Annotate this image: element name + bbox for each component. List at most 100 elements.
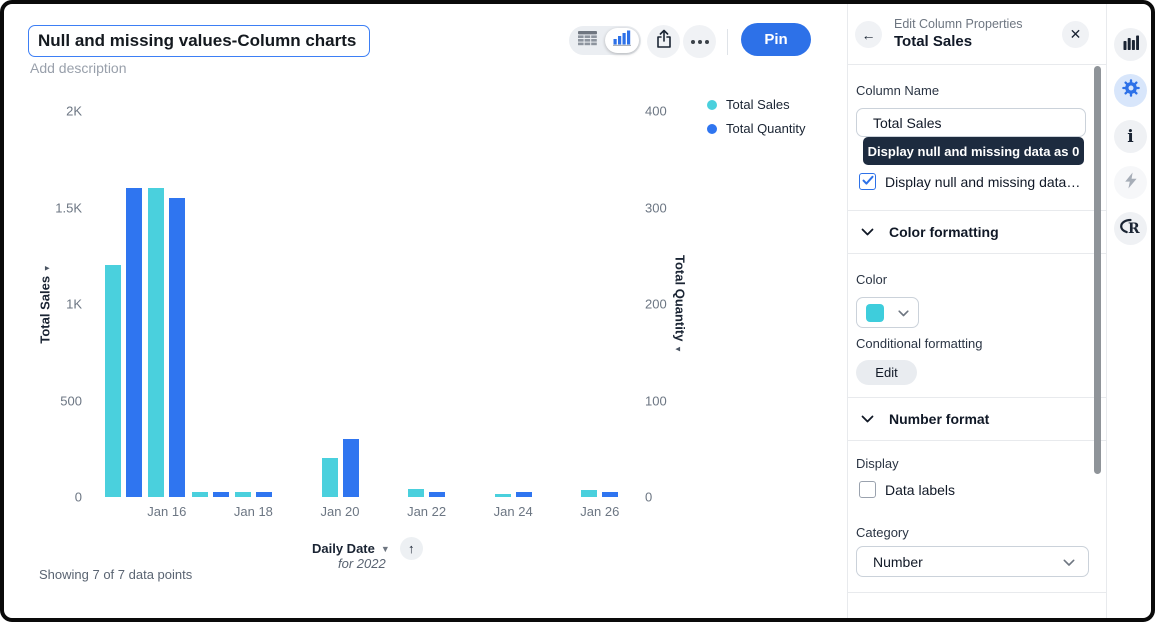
panel-scrollbar[interactable]	[1094, 66, 1101, 474]
axis-sort-arrow-icon: ▼	[43, 264, 52, 272]
chevron-down-icon[interactable]: ▼	[381, 544, 390, 554]
close-button[interactable]: ✕	[1062, 21, 1089, 48]
chevron-down-icon	[1063, 554, 1075, 570]
chart-legend: Total Sales Total Quantity	[707, 97, 806, 136]
lightning-icon	[1124, 172, 1138, 194]
bar-chart-icon	[1123, 35, 1139, 55]
svg-text:R: R	[1128, 221, 1140, 235]
bar-total-sales[interactable]	[105, 265, 121, 497]
bar-total-sales[interactable]	[322, 458, 338, 497]
column-name-label: Column Name	[856, 83, 939, 98]
axis-tick-label: Jan 20	[320, 504, 359, 519]
close-icon: ✕	[1070, 26, 1082, 43]
axis-tick-label: Jan 22	[407, 504, 446, 519]
data-labels-checkbox-label[interactable]: Data labels	[885, 482, 955, 498]
category-label: Category	[856, 525, 909, 540]
axis-tick-label: 300	[645, 200, 667, 215]
color-label: Color	[856, 272, 887, 287]
section-title: Color formatting	[889, 224, 999, 240]
bar-total-quantity[interactable]	[126, 188, 142, 497]
legend-item-total-quantity[interactable]: Total Quantity	[707, 121, 806, 136]
info-icon: i	[1127, 127, 1133, 147]
axis-tick-label: Jan 26	[580, 504, 619, 519]
sidebar-lightning-button[interactable]	[1114, 166, 1147, 199]
sidebar-chart-button[interactable]	[1114, 28, 1147, 61]
panel-divider	[847, 4, 848, 622]
axis-tick-label: 500	[60, 393, 82, 408]
display-label: Display	[856, 456, 899, 471]
section-title: Number format	[889, 411, 989, 427]
panel-breadcrumb: Edit Column Properties	[894, 17, 1023, 31]
bar-total-sales[interactable]	[495, 494, 511, 497]
bar-total-sales[interactable]	[148, 188, 164, 497]
bar-total-quantity[interactable]	[213, 492, 229, 497]
axis-tick-label: 2K	[66, 104, 82, 119]
sort-ascending-button[interactable]: ↑	[400, 537, 423, 560]
x-axis-field[interactable]: Daily Date	[312, 541, 375, 556]
add-description[interactable]: Add description	[30, 60, 127, 76]
legend-dot	[707, 100, 717, 110]
bar-total-sales[interactable]	[408, 489, 424, 497]
axis-tick-label: Jan 24	[494, 504, 533, 519]
share-button[interactable]	[647, 25, 680, 58]
sidebar-info-button[interactable]: i	[1114, 120, 1147, 153]
axis-tick-label: 1.5K	[55, 200, 82, 215]
axis-tick-label: Jan 18	[234, 504, 273, 519]
category-select-value: Number	[873, 554, 923, 570]
column-chart-icon	[613, 30, 631, 51]
back-button[interactable]: ←	[855, 21, 882, 48]
legend-label: Total Quantity	[726, 121, 806, 136]
legend-item-total-sales[interactable]: Total Sales	[707, 97, 806, 112]
sidebar-settings-button[interactable]	[1114, 74, 1147, 107]
more-button[interactable]	[683, 25, 716, 58]
bar-total-quantity[interactable]	[169, 198, 185, 497]
axis-tick-label: 100	[645, 393, 667, 408]
toolbar-divider	[727, 29, 728, 55]
gear-icon	[1121, 78, 1141, 103]
pin-button[interactable]: Pin	[741, 23, 811, 56]
bar-total-quantity[interactable]	[256, 492, 272, 497]
chart-title: Null and missing values-Column charts	[38, 31, 356, 51]
bar-total-sales[interactable]	[192, 492, 208, 497]
arrow-up-icon: ↑	[408, 541, 415, 556]
tooltip: Display null and missing data as 0	[863, 137, 1084, 165]
axis-tick-label: 0	[645, 490, 652, 505]
divider	[847, 64, 1106, 65]
table-view-button[interactable]	[569, 26, 605, 55]
axis-tick-label: 400	[645, 104, 667, 119]
axis-tick-label: 1K	[66, 297, 82, 312]
color-select[interactable]	[856, 297, 919, 328]
bar-total-sales[interactable]	[235, 492, 251, 497]
divider	[847, 440, 1106, 441]
chevron-down-icon	[898, 304, 909, 322]
display-null-checkbox[interactable]	[859, 173, 876, 190]
color-formatting-section-header[interactable]: Color formatting	[861, 223, 999, 241]
bar-total-quantity[interactable]	[516, 492, 532, 497]
conditional-formatting-edit-button[interactable]: Edit	[856, 360, 917, 385]
category-select[interactable]: Number	[856, 546, 1089, 577]
chart-view-button[interactable]	[605, 28, 639, 53]
bar-total-quantity[interactable]	[602, 492, 618, 497]
arrow-left-icon: ←	[862, 27, 876, 43]
divider	[847, 253, 1106, 254]
sidebar-r-button[interactable]: R	[1114, 212, 1147, 245]
chart-title-input[interactable]: Null and missing values-Column charts	[28, 25, 370, 57]
chevron-down-icon	[861, 223, 874, 241]
data-labels-checkbox[interactable]	[859, 481, 876, 498]
legend-label: Total Sales	[726, 97, 790, 112]
data-points-status: Showing 7 of 7 data points	[39, 567, 192, 582]
column-name-input[interactable]	[856, 108, 1086, 137]
left-axis-title[interactable]: Total Sales ▼	[38, 264, 53, 343]
right-axis-title[interactable]: Total Quantity ▼	[673, 255, 688, 353]
r-logo-icon: R	[1120, 218, 1141, 240]
axis-sort-arrow-icon: ▼	[674, 345, 683, 353]
axis-tick-label: 0	[75, 490, 82, 505]
view-toggle	[569, 26, 641, 55]
number-format-section-header[interactable]: Number format	[861, 410, 989, 428]
display-null-checkbox-label[interactable]: Display null and missing data…	[885, 174, 1080, 190]
bar-total-sales[interactable]	[581, 490, 597, 497]
bar-total-quantity[interactable]	[429, 492, 445, 497]
divider	[847, 397, 1106, 398]
bar-total-quantity[interactable]	[343, 439, 359, 497]
conditional-formatting-label: Conditional formatting	[856, 336, 982, 351]
